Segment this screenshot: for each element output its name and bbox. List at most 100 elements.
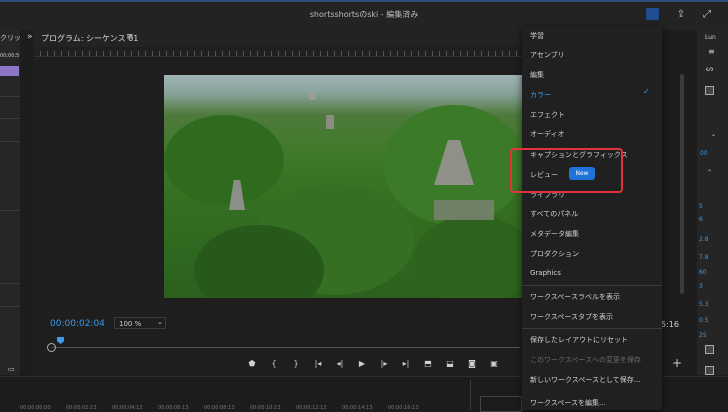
tab-program[interactable]: プログラム: シーケンス 01 — [41, 33, 138, 44]
ruler-tick — [362, 51, 363, 56]
menu-item-metadata-editing[interactable]: メタデータ編集 — [530, 229, 579, 239]
video-frame — [164, 75, 522, 298]
ruler-tick — [257, 51, 258, 56]
ruler-tick — [446, 51, 447, 56]
menu-item-assembly[interactable]: アセンブリ — [530, 50, 565, 60]
divider — [0, 96, 20, 97]
checkbox[interactable] — [705, 366, 714, 375]
menu-item-learning[interactable]: 学習 — [530, 31, 544, 41]
ruler-tick — [75, 51, 76, 56]
param-value[interactable]: 25 — [699, 332, 707, 339]
timeline-time: 00:00:02:13 — [66, 405, 97, 411]
timeline-time: 00:00:16:13 — [388, 405, 419, 411]
check-icon: ✓ — [643, 87, 650, 96]
ruler-tick — [222, 51, 223, 56]
ruler-tick — [404, 51, 405, 56]
param-value[interactable]: 5 — [699, 203, 703, 210]
ruler-tick — [376, 51, 377, 56]
ruler-tick — [481, 51, 482, 56]
menu-item-edit-workspaces[interactable]: ワークスペースを編集... — [530, 398, 606, 408]
param-value[interactable]: 2.8 — [699, 236, 709, 243]
ruler-tick — [460, 51, 461, 56]
chevron-down-icon[interactable]: ⌄ — [157, 318, 163, 326]
current-timecode[interactable]: 00:00:02:04 — [50, 319, 105, 329]
menu-item-effects[interactable]: エフェクト — [530, 110, 565, 120]
ruler-tick — [47, 51, 48, 56]
menu-item-show-workspace-labels[interactable]: ワークスペースラベルを表示 — [530, 292, 620, 302]
ruler-tick — [397, 51, 398, 56]
ruler-tick — [110, 51, 111, 56]
export-frame-icon[interactable]: ◙ — [466, 359, 478, 368]
checkbox[interactable] — [705, 345, 714, 354]
menu-item-graphics[interactable]: Graphics — [530, 269, 561, 277]
chevron-down-icon[interactable]: ⌄ — [707, 166, 712, 173]
timeline-time: 00:00:12:13 — [296, 405, 327, 411]
ruler-tick — [516, 51, 517, 56]
ruler-tick — [439, 51, 440, 56]
step-back-icon[interactable]: ◂| — [334, 359, 346, 368]
menu-item-reset-layout[interactable]: 保存したレイアウトにリセット — [530, 335, 628, 345]
menu-item-all-panels[interactable]: すべてのパネル — [530, 209, 578, 219]
window-title: shortsshortsのski - 編集済み — [309, 10, 419, 19]
scrollbar[interactable] — [680, 74, 684, 294]
scrub-start-handle[interactable] — [47, 343, 56, 352]
param-value[interactable]: 0.5 — [699, 317, 709, 324]
go-to-in-icon[interactable]: |◂ — [312, 359, 324, 368]
scrub-bar[interactable] — [52, 347, 520, 348]
ruler-tick — [229, 51, 230, 56]
param-value[interactable]: 3 — [699, 283, 703, 290]
ruler-tick — [474, 51, 475, 56]
param-value[interactable]: 5.3 — [699, 301, 709, 308]
clip-bar[interactable] — [0, 66, 19, 76]
param-value[interactable]: 00 — [700, 150, 708, 157]
fullscreen-icon[interactable]: ⤢ — [700, 8, 714, 20]
ruler-tick — [89, 51, 90, 56]
monitor-ruler — [34, 48, 522, 57]
checkbox[interactable] — [705, 86, 714, 95]
extract-icon[interactable]: ⬓ — [444, 359, 456, 368]
ruler-tick — [313, 51, 314, 56]
menu-item-editing[interactable]: 編集 — [530, 70, 544, 80]
left-panel-timecode: 00;00;5 — [0, 53, 20, 59]
param-value[interactable]: 60 — [699, 269, 707, 276]
left-panel-tab[interactable]: クリッ — [0, 33, 21, 43]
menu-item-audio[interactable]: オーディオ — [530, 129, 565, 139]
highlight-box — [510, 148, 623, 193]
mark-in-icon[interactable]: { — [268, 359, 280, 368]
ruler-tick — [285, 51, 286, 56]
step-forward-icon[interactable]: |▸ — [378, 359, 390, 368]
add-button-icon[interactable]: + — [672, 356, 682, 370]
expand-icon[interactable]: » — [27, 32, 33, 42]
chevron-down-icon[interactable]: ⌄ — [711, 131, 716, 138]
share-icon[interactable]: ⇪ — [674, 8, 688, 20]
go-to-out-icon[interactable]: ▸| — [400, 359, 412, 368]
timeline-time: 00:00:10:13 — [250, 405, 281, 411]
ruler-tick — [201, 51, 202, 56]
divider — [470, 380, 471, 410]
ruler-tick — [145, 51, 146, 56]
ruler-tick — [96, 51, 97, 56]
mark-out-icon[interactable]: } — [290, 359, 302, 368]
param-value[interactable]: 7.8 — [699, 254, 709, 261]
panel-icon[interactable]: ▭ — [8, 365, 15, 373]
right-panel-tab[interactable]: Lun — [705, 34, 716, 41]
menu-icon[interactable]: ≡ — [708, 47, 715, 56]
ruler-tick — [467, 51, 468, 56]
lift-icon[interactable]: ⬒ — [422, 359, 434, 368]
effect-icon[interactable]: ᔕ — [706, 64, 713, 73]
add-marker-icon[interactable]: ⬟ — [246, 359, 258, 368]
transport-controls: ⬟ { } |◂ ◂| ▶ |▸ ▸| ⬒ ⬓ ◙ ▣ — [246, 356, 500, 370]
play-icon[interactable]: ▶ — [356, 359, 368, 368]
menu-item-save-as-new[interactable]: 新しいワークスペースとして保存... — [530, 375, 640, 385]
compare-icon[interactable]: ▣ — [488, 359, 500, 368]
menu-item-production[interactable]: プロダクション — [530, 249, 579, 259]
ruler-tick — [278, 51, 279, 56]
ruler-tick — [418, 51, 419, 56]
monitor-menu-icon[interactable]: ≡ — [126, 32, 134, 42]
menu-item-show-workspace-tabs[interactable]: ワークスペースタブを表示 — [530, 312, 613, 322]
ruler-tick — [425, 51, 426, 56]
ruler-tick — [236, 51, 237, 56]
menu-item-color[interactable]: カラー — [530, 90, 551, 100]
workspaces-icon[interactable] — [646, 8, 659, 20]
param-value[interactable]: 6 — [699, 216, 703, 223]
